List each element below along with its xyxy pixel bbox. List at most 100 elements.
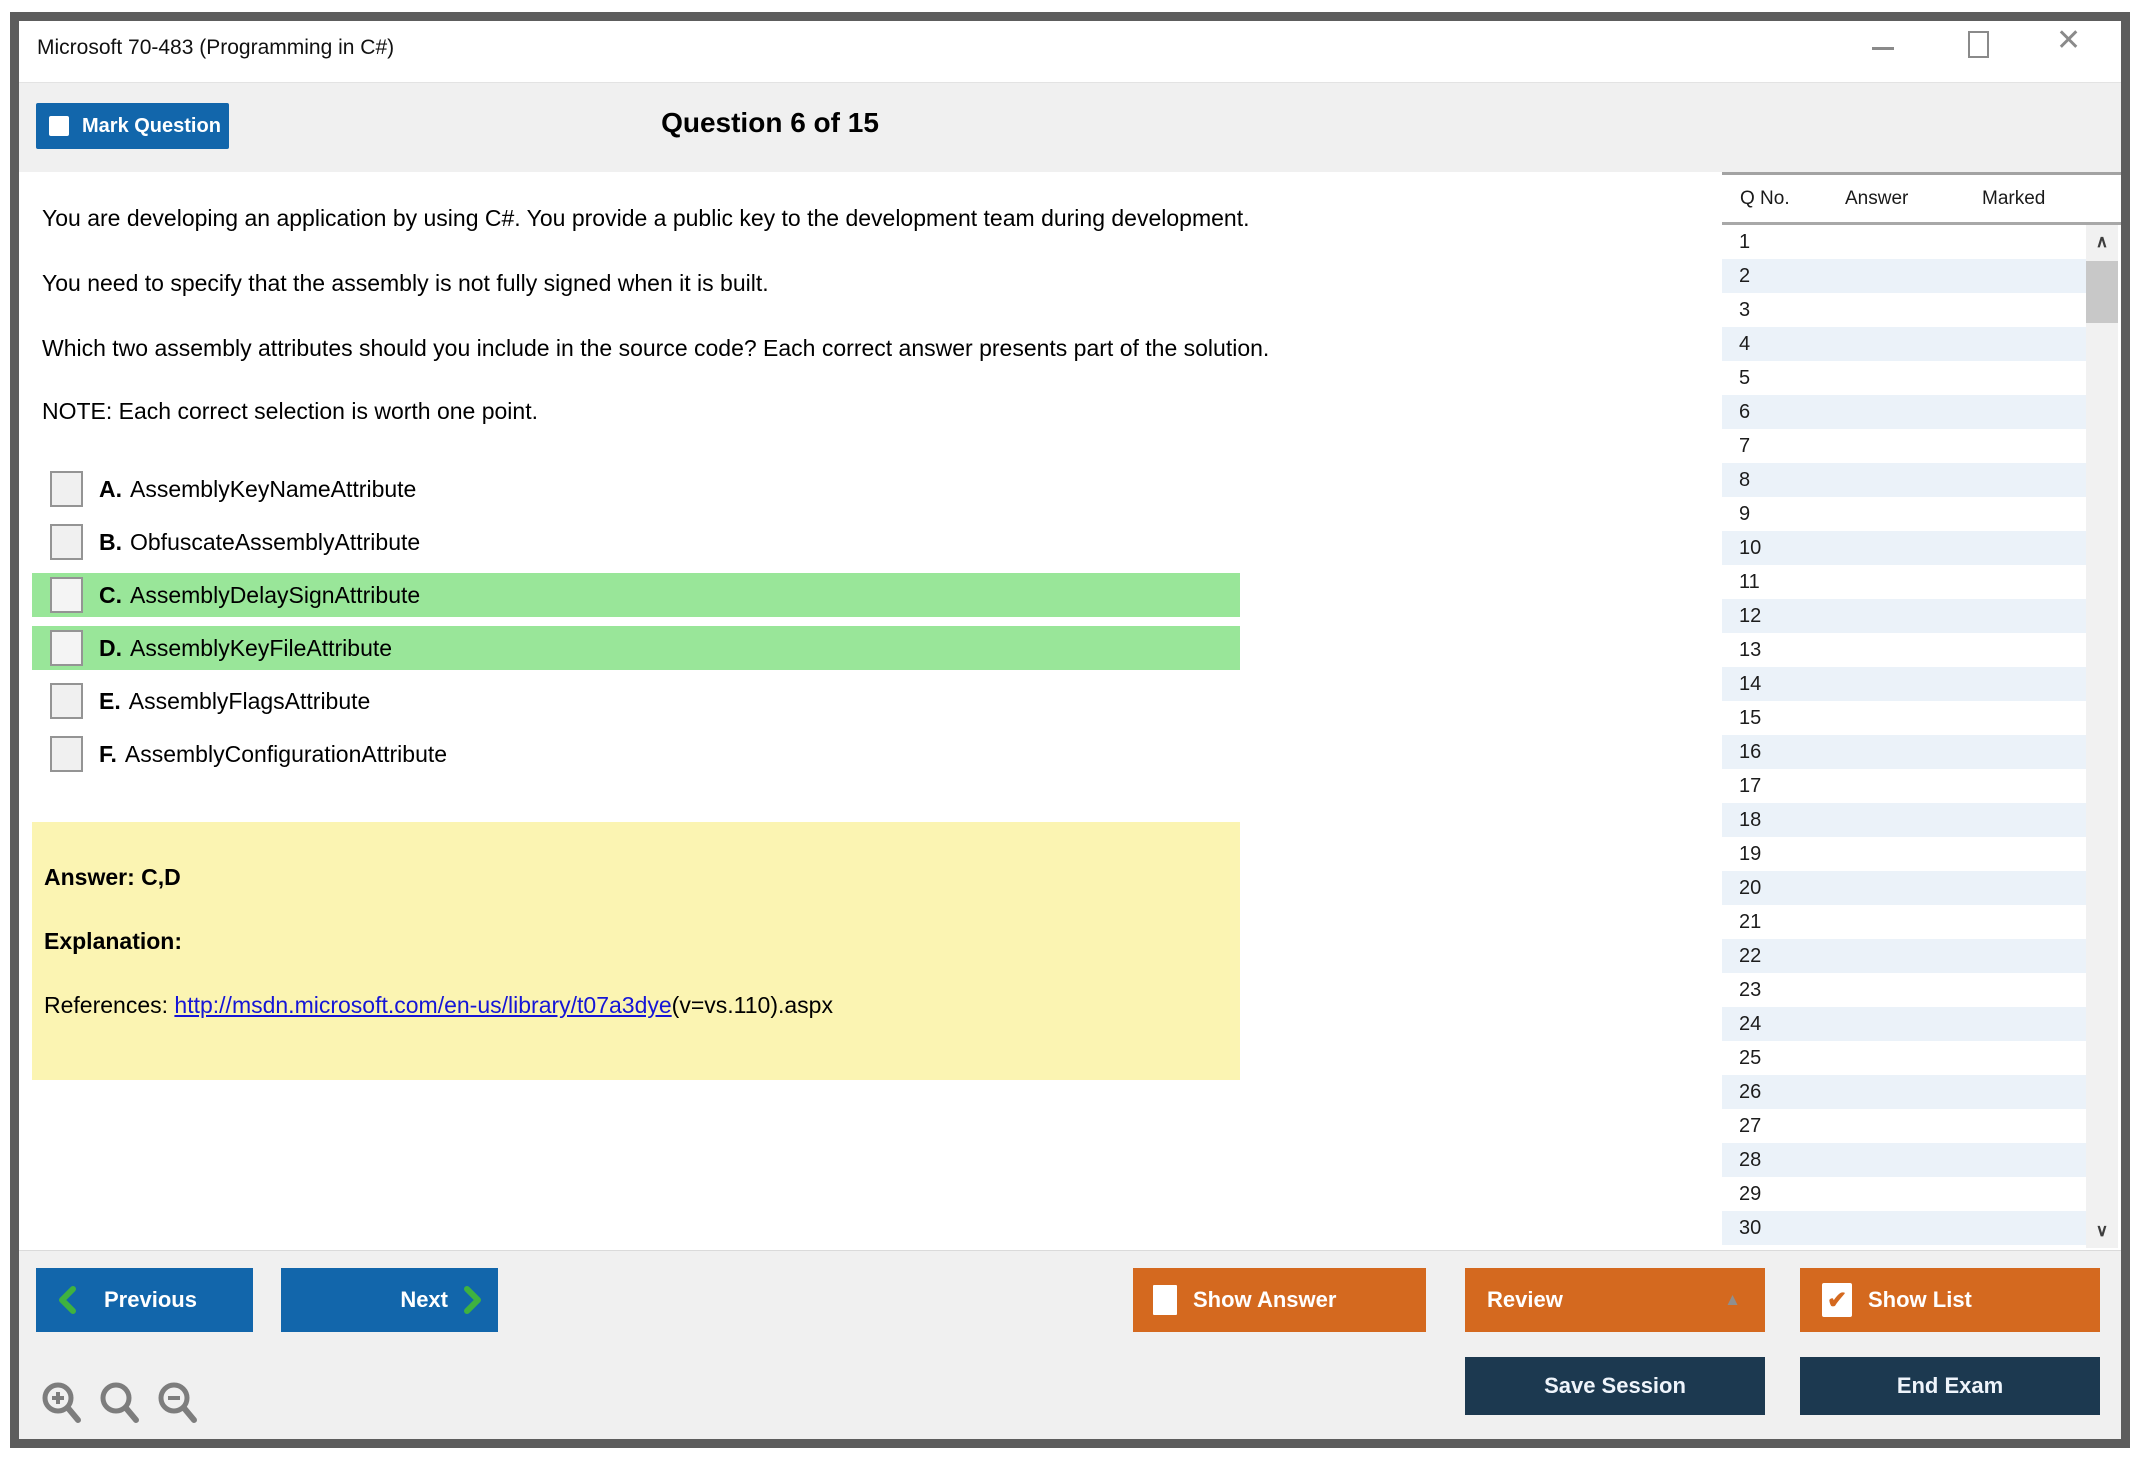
- sidebar-row-number: 14: [1739, 673, 1761, 696]
- sidebar-row[interactable]: 23: [1722, 973, 2086, 1007]
- sidebar-row-number: 30: [1739, 1217, 1761, 1240]
- sidebar-row[interactable]: 18: [1722, 803, 2086, 837]
- sidebar-row[interactable]: 13: [1722, 633, 2086, 667]
- sidebar-row[interactable]: 5: [1722, 361, 2086, 395]
- zoom-toolbar: [38, 1378, 202, 1428]
- sidebar-row[interactable]: 27: [1722, 1109, 2086, 1143]
- option-row-f[interactable]: F. AssemblyConfigurationAttribute: [32, 732, 1240, 776]
- show-answer-button[interactable]: Show Answer: [1133, 1268, 1426, 1332]
- sidebar-row-number: 23: [1739, 979, 1761, 1002]
- question-paragraph: You are developing an application by usi…: [42, 203, 1722, 233]
- sidebar-row[interactable]: 16: [1722, 735, 2086, 769]
- sidebar-row[interactable]: 11: [1722, 565, 2086, 599]
- answer-panel: [32, 822, 1240, 1080]
- zoom-in-button[interactable]: [38, 1378, 86, 1428]
- sidebar-scrollbar[interactable]: ∧ ∨: [2086, 225, 2118, 1248]
- sidebar-row[interactable]: 6: [1722, 395, 2086, 429]
- option-letter: B.: [99, 529, 122, 556]
- option-row-a[interactable]: A. AssemblyKeyNameAttribute: [32, 467, 1240, 511]
- explanation-label: Explanation:: [44, 928, 182, 955]
- sidebar-row-number: 21: [1739, 911, 1761, 934]
- option-letter: D.: [99, 635, 122, 662]
- sidebar-row[interactable]: 14: [1722, 667, 2086, 701]
- show-list-checkbox[interactable]: ✔: [1822, 1283, 1852, 1317]
- sidebar-row[interactable]: 3: [1722, 293, 2086, 327]
- save-session-button[interactable]: Save Session: [1465, 1357, 1765, 1415]
- option-checkbox-b[interactable]: [50, 524, 83, 560]
- sidebar-row[interactable]: 30: [1722, 1211, 2086, 1245]
- review-button[interactable]: Review ▲: [1465, 1268, 1765, 1332]
- sidebar-row[interactable]: 12: [1722, 599, 2086, 633]
- option-row-b[interactable]: B. ObfuscateAssemblyAttribute: [32, 520, 1240, 564]
- sidebar-row[interactable]: 28: [1722, 1143, 2086, 1177]
- sidebar-row[interactable]: 24: [1722, 1007, 2086, 1041]
- sidebar-row[interactable]: 17: [1722, 769, 2086, 803]
- sidebar-row-number: 24: [1739, 1013, 1761, 1036]
- zoom-out-button[interactable]: [154, 1378, 202, 1428]
- sidebar-row[interactable]: 15: [1722, 701, 2086, 735]
- sidebar-row-number: 10: [1739, 537, 1761, 560]
- sidebar-row-number: 12: [1739, 605, 1761, 628]
- option-checkbox-d[interactable]: [50, 630, 83, 666]
- option-row-c[interactable]: C. AssemblyDelaySignAttribute: [32, 573, 1240, 617]
- mark-question-button[interactable]: Mark Question: [36, 103, 229, 149]
- sidebar-row-number: 11: [1739, 571, 1760, 594]
- sidebar-row[interactable]: 2: [1722, 259, 2086, 293]
- mark-question-checkbox[interactable]: [49, 116, 69, 136]
- triangle-up-icon: ▲: [1724, 1290, 1741, 1310]
- option-text: AssemblyDelaySignAttribute: [130, 582, 420, 609]
- sidebar-row-number: 15: [1739, 707, 1761, 730]
- sidebar-row[interactable]: 9: [1722, 497, 2086, 531]
- scroll-down-icon[interactable]: ∨: [2086, 1216, 2118, 1246]
- option-checkbox-e[interactable]: [50, 683, 83, 719]
- sidebar-row[interactable]: 8: [1722, 463, 2086, 497]
- close-icon[interactable]: ✕: [2056, 26, 2081, 56]
- option-checkbox-f[interactable]: [50, 736, 83, 772]
- sidebar-row-number: 27: [1739, 1115, 1761, 1138]
- next-button[interactable]: Next: [281, 1268, 498, 1332]
- question-paragraph: Which two assembly attributes should you…: [42, 333, 1722, 363]
- option-text: AssemblyFlagsAttribute: [129, 688, 371, 715]
- sidebar-row-number: 16: [1739, 741, 1761, 764]
- previous-button[interactable]: Previous: [36, 1268, 253, 1332]
- sidebar-row[interactable]: 29: [1722, 1177, 2086, 1211]
- sidebar-row[interactable]: 4: [1722, 327, 2086, 361]
- chevron-right-icon: [464, 1286, 482, 1314]
- column-header-marked: Marked: [1982, 188, 2045, 210]
- zoom-in-icon: [38, 1378, 86, 1428]
- sidebar-row[interactable]: 1: [1722, 225, 2086, 259]
- sidebar-rows: 1234567891011121314151617181920212223242…: [1722, 225, 2086, 1248]
- option-row-e[interactable]: E. AssemblyFlagsAttribute: [32, 679, 1240, 723]
- zoom-reset-button[interactable]: [96, 1378, 144, 1428]
- sidebar-row[interactable]: 10: [1722, 531, 2086, 565]
- mark-question-label: Mark Question: [82, 115, 221, 138]
- sidebar-row[interactable]: 21: [1722, 905, 2086, 939]
- sidebar-row[interactable]: 22: [1722, 939, 2086, 973]
- sidebar-row[interactable]: 26: [1722, 1075, 2086, 1109]
- show-list-button[interactable]: ✔ Show List: [1800, 1268, 2100, 1332]
- sidebar-row[interactable]: 19: [1722, 837, 2086, 871]
- sidebar-row-number: 13: [1739, 639, 1761, 662]
- scrollbar-thumb[interactable]: [2086, 261, 2118, 323]
- option-row-d[interactable]: D. AssemblyKeyFileAttribute: [32, 626, 1240, 670]
- maximize-icon[interactable]: [1968, 31, 1989, 58]
- reference-link[interactable]: http://msdn.microsoft.com/en-us/library/…: [174, 992, 671, 1018]
- sidebar-row[interactable]: 7: [1722, 429, 2086, 463]
- show-answer-checkbox[interactable]: [1153, 1285, 1177, 1315]
- show-list-label: Show List: [1868, 1287, 1972, 1313]
- option-letter: F.: [99, 741, 117, 768]
- exam-app: Microsoft 70-483 (Programming in C#) ✕ M…: [0, 0, 2150, 1470]
- scroll-up-icon[interactable]: ∧: [2086, 227, 2118, 257]
- end-exam-button[interactable]: End Exam: [1800, 1357, 2100, 1415]
- minimize-icon[interactable]: [1872, 47, 1894, 50]
- sidebar-row[interactable]: 25: [1722, 1041, 2086, 1075]
- sidebar-row[interactable]: 20: [1722, 871, 2086, 905]
- option-checkbox-c[interactable]: [50, 577, 83, 613]
- sidebar-row-number: 5: [1739, 367, 1750, 390]
- chevron-left-icon: [58, 1286, 76, 1314]
- sidebar-header: Q No. Answer Marked: [1722, 175, 2121, 222]
- option-checkbox-a[interactable]: [50, 471, 83, 507]
- magnifier-icon: [96, 1378, 144, 1428]
- sidebar-row-number: 8: [1739, 469, 1750, 492]
- sidebar-row-number: 20: [1739, 877, 1761, 900]
